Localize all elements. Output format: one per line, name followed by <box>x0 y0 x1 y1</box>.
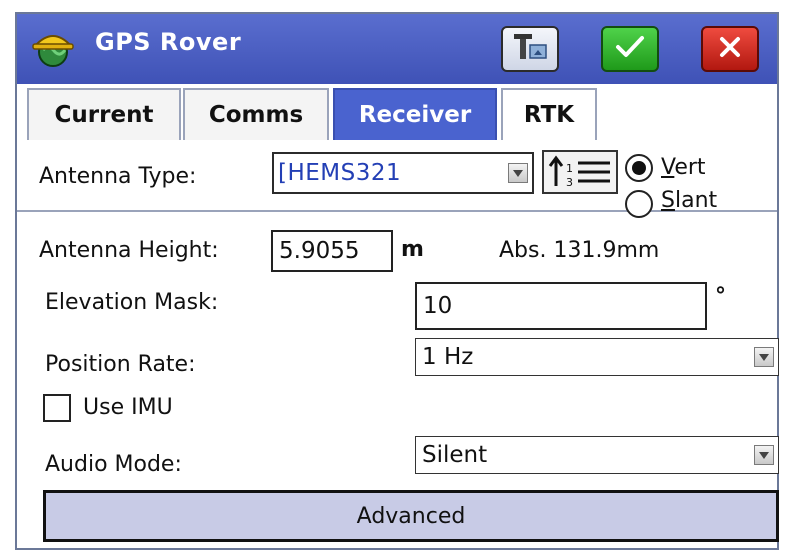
tab-rtk[interactable]: RTK <box>501 88 597 140</box>
elevation-mask-label: Elevation Mask: <box>45 290 219 315</box>
antenna-type-label: Antenna Type: <box>39 164 197 189</box>
svg-text:1: 1 <box>566 162 573 175</box>
antenna-height-label: Antenna Height: <box>39 238 219 263</box>
antenna-list-button[interactable]: 1 3 <box>542 150 618 194</box>
svg-text:3: 3 <box>566 176 573 189</box>
audio-mode-select[interactable]: Silent <box>415 436 779 474</box>
position-rate-value: 1 Hz <box>422 344 474 370</box>
tab-current[interactable]: Current <box>27 88 181 140</box>
position-rate-label: Position Rate: <box>45 352 196 377</box>
audio-mode-value: Silent <box>422 442 488 468</box>
chevron-down-icon[interactable] <box>508 163 528 183</box>
antenna-height-input[interactable]: 5.9055 <box>271 230 393 272</box>
elevation-mask-input[interactable]: 10 <box>415 282 707 330</box>
advanced-button[interactable]: Advanced <box>43 490 779 542</box>
degree-unit: ° <box>715 284 726 309</box>
close-icon <box>716 33 744 65</box>
chevron-down-icon[interactable] <box>754 347 774 367</box>
elevation-mask-value: 10 <box>423 293 453 319</box>
checkmark-icon <box>614 33 646 65</box>
vert-label[interactable]: Vert <box>661 155 706 180</box>
gps-rover-window: GPS Rover Current Comms Receiver RTK Ant… <box>15 12 779 550</box>
window-title: GPS Rover <box>95 28 242 56</box>
antenna-type-value: [HEMS321 <box>278 160 402 186</box>
antenna-type-select[interactable]: [HEMS321 <box>272 152 534 194</box>
vert-radio[interactable] <box>625 154 653 182</box>
slant-label[interactable]: Slant <box>661 188 717 213</box>
tab-receiver[interactable]: Receiver <box>333 88 497 140</box>
antenna-height-value: 5.9055 <box>279 238 360 264</box>
tools-button[interactable] <box>501 26 559 72</box>
tab-comms[interactable]: Comms <box>183 88 329 140</box>
close-button[interactable] <box>701 26 759 72</box>
position-rate-select[interactable]: 1 Hz <box>415 338 779 376</box>
audio-mode-label: Audio Mode: <box>45 452 182 477</box>
title-bar: GPS Rover <box>17 14 777 84</box>
ok-button[interactable] <box>601 26 659 72</box>
use-imu-label[interactable]: Use IMU <box>83 395 173 420</box>
use-imu-checkbox[interactable] <box>43 394 71 422</box>
antenna-measure-icon: 1 3 <box>544 155 616 196</box>
antenna-height-unit: m <box>401 237 424 262</box>
tools-icon <box>510 31 550 67</box>
slant-radio[interactable] <box>625 190 653 218</box>
chevron-down-icon[interactable] <box>754 445 774 465</box>
tab-bar: Current Comms Receiver RTK <box>17 84 777 212</box>
hard-hat-globe-icon <box>31 28 75 68</box>
absolute-height-readout: Abs. 131.9mm <box>499 238 660 263</box>
